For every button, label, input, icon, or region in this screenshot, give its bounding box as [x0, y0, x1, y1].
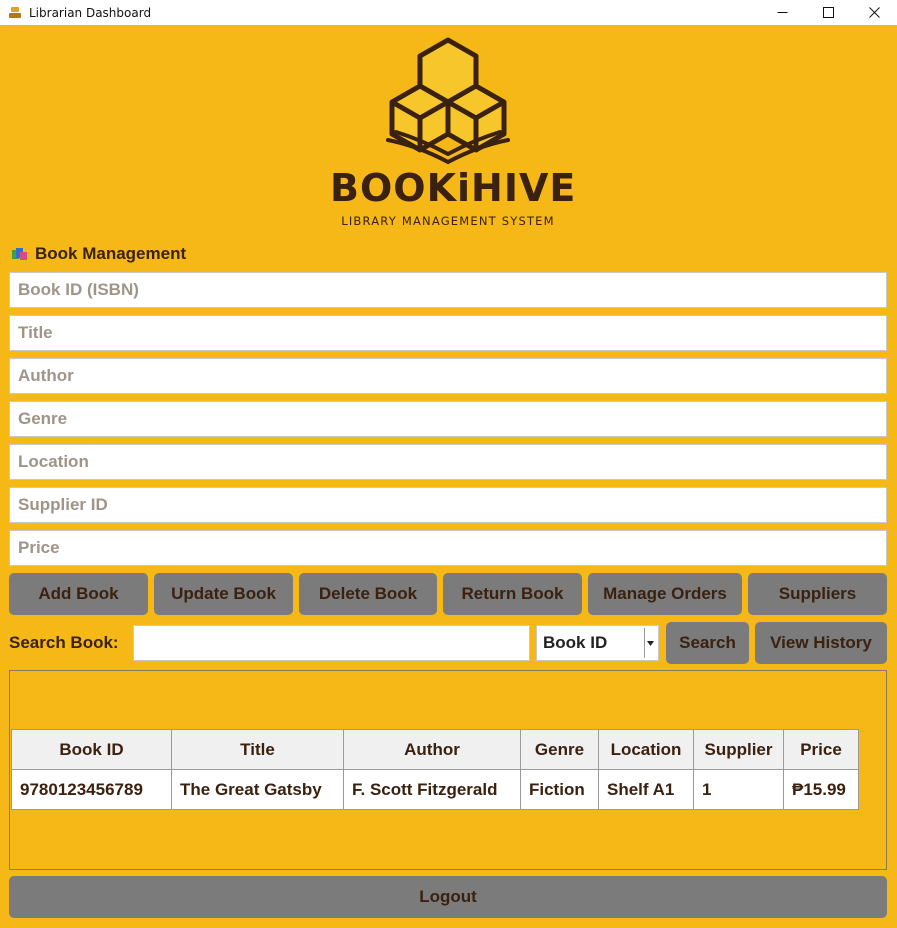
- view-history-button[interactable]: View History: [755, 622, 887, 664]
- price-input[interactable]: [10, 531, 886, 565]
- table-row[interactable]: 9780123456789 The Great Gatsby F. Scott …: [11, 769, 859, 810]
- hive-logo-icon: [386, 37, 510, 165]
- suppliers-button[interactable]: Suppliers: [748, 573, 887, 615]
- book-id-field[interactable]: [9, 272, 887, 308]
- chevron-down-icon[interactable]: [644, 628, 656, 658]
- author-field[interactable]: [9, 358, 887, 394]
- section-heading: Book Management: [11, 244, 186, 264]
- books-icon: [12, 248, 27, 260]
- location-input[interactable]: [10, 445, 886, 479]
- brand-logo: BOOKiHIVE LIBRARY MANAGEMENT SYSTEM: [330, 36, 577, 231]
- app-icon: [7, 5, 23, 21]
- window-title: Librarian Dashboard: [29, 5, 152, 20]
- brand-name: BOOKiHIVE: [330, 166, 577, 210]
- title-field[interactable]: [9, 315, 887, 351]
- logout-button[interactable]: Logout: [9, 876, 887, 918]
- table-header-row: Book ID Title Author Genre Location Supp…: [11, 729, 859, 770]
- search-button[interactable]: Search: [666, 622, 749, 664]
- supplier-id-input[interactable]: [10, 488, 886, 522]
- delete-book-button[interactable]: Delete Book: [299, 573, 437, 615]
- author-input[interactable]: [10, 359, 886, 393]
- search-input[interactable]: [134, 626, 529, 660]
- search-field[interactable]: [133, 625, 530, 661]
- column-header-book-id[interactable]: Book ID: [11, 729, 172, 770]
- manage-orders-button[interactable]: Manage Orders: [588, 573, 742, 615]
- column-header-location[interactable]: Location: [598, 729, 694, 770]
- column-header-price[interactable]: Price: [783, 729, 859, 770]
- minimize-icon[interactable]: [759, 0, 805, 25]
- search-filter-select[interactable]: Book ID: [536, 625, 659, 661]
- cell-genre[interactable]: Fiction: [520, 769, 599, 810]
- cell-title[interactable]: The Great Gatsby: [171, 769, 344, 810]
- cell-supplier[interactable]: 1: [693, 769, 784, 810]
- brand-tagline: LIBRARY MANAGEMENT SYSTEM: [341, 214, 555, 228]
- title-input[interactable]: [10, 316, 886, 350]
- genre-field[interactable]: [9, 401, 887, 437]
- close-icon[interactable]: [851, 0, 897, 25]
- column-header-supplier[interactable]: Supplier: [693, 729, 784, 770]
- books-table: Book ID Title Author Genre Location Supp…: [11, 729, 859, 810]
- maximize-icon[interactable]: [805, 0, 851, 25]
- column-header-title[interactable]: Title: [171, 729, 344, 770]
- genre-input[interactable]: [10, 402, 886, 436]
- search-filter-value: Book ID: [543, 633, 608, 652]
- books-table-panel: Book ID Title Author Genre Location Supp…: [9, 670, 887, 870]
- window-titlebar: Librarian Dashboard: [0, 0, 897, 25]
- section-title: Book Management: [35, 244, 187, 263]
- location-field[interactable]: [9, 444, 887, 480]
- cell-location[interactable]: Shelf A1: [598, 769, 694, 810]
- search-label: Search Book:: [9, 633, 119, 652]
- cell-author[interactable]: F. Scott Fitzgerald: [343, 769, 521, 810]
- add-book-button[interactable]: Add Book: [9, 573, 148, 615]
- book-id-input[interactable]: [10, 273, 886, 307]
- cell-price[interactable]: ₱15.99: [783, 769, 859, 810]
- supplier-id-field[interactable]: [9, 487, 887, 523]
- column-header-genre[interactable]: Genre: [520, 729, 599, 770]
- cell-book-id[interactable]: 9780123456789: [11, 769, 172, 810]
- update-book-button[interactable]: Update Book: [154, 573, 293, 615]
- return-book-button[interactable]: Return Book: [443, 573, 582, 615]
- price-field[interactable]: [9, 530, 887, 566]
- column-header-author[interactable]: Author: [343, 729, 521, 770]
